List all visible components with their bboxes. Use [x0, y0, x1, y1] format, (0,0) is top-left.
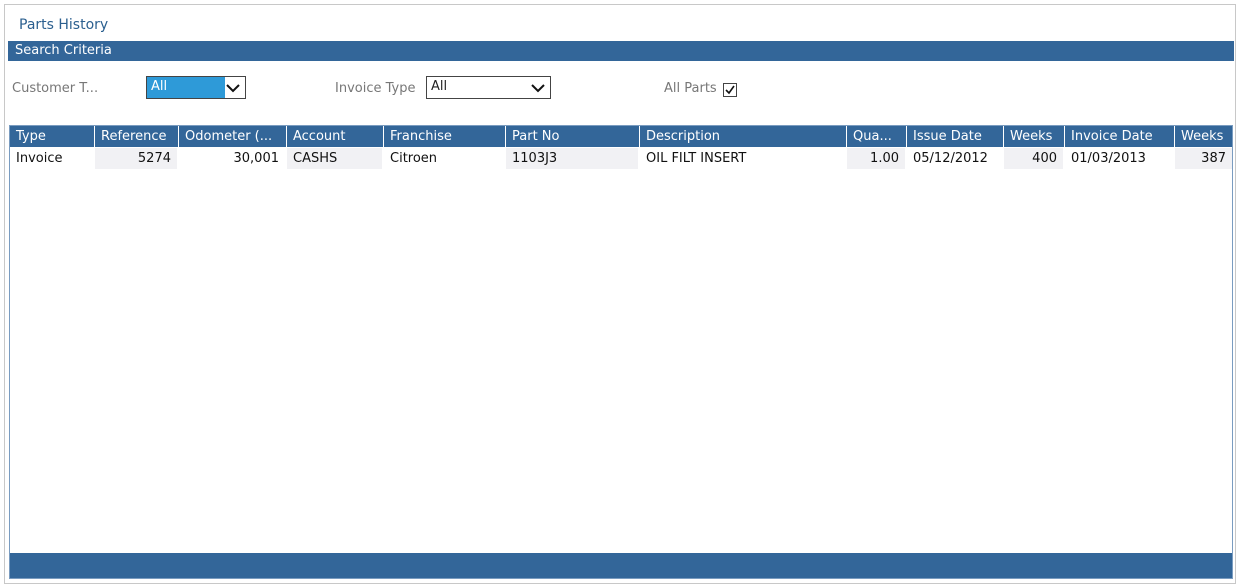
column-header-account[interactable]: Account: [287, 126, 384, 147]
chevron-down-icon: [226, 84, 240, 93]
cell-quantity: 1.00: [847, 148, 907, 169]
invoice-type-label: Invoice Type: [335, 81, 416, 96]
cell-weeks: 400: [1004, 148, 1065, 169]
column-header-weeks[interactable]: Weeks: [1004, 126, 1065, 147]
parts-history-grid: Type Reference Odometer (... Account Fra…: [9, 125, 1233, 579]
column-header-franchise[interactable]: Franchise: [384, 126, 506, 147]
cell-issue-date: 05/12/2012: [907, 148, 1004, 169]
column-header-reference[interactable]: Reference: [95, 126, 179, 147]
search-criteria-header: Search Criteria: [8, 41, 1234, 61]
cell-type: Invoice: [10, 148, 95, 169]
all-parts-checkbox[interactable]: [723, 83, 737, 97]
chevron-down-icon: [531, 84, 545, 93]
customer-type-value: All: [147, 77, 225, 98]
table-row[interactable]: Invoice 5274 30,001 CASHS Citroen 1103J3…: [10, 148, 1232, 169]
column-header-weeks-2[interactable]: Weeks: [1175, 126, 1232, 147]
column-header-description[interactable]: Description: [640, 126, 847, 147]
column-header-type[interactable]: Type: [10, 126, 95, 147]
invoice-type-select[interactable]: All: [426, 76, 551, 99]
all-parts-label: All Parts: [664, 81, 717, 96]
cell-part-no: 1103J3: [506, 148, 640, 169]
column-header-quantity[interactable]: Qua...: [847, 126, 907, 147]
column-header-odometer[interactable]: Odometer (...: [179, 126, 287, 147]
customer-type-select[interactable]: All: [146, 76, 246, 99]
customer-type-label: Customer T...: [12, 81, 99, 96]
cell-franchise: Citroen: [384, 148, 506, 169]
checkmark-icon: [725, 85, 735, 95]
cell-account: CASHS: [287, 148, 384, 169]
column-header-invoice-date[interactable]: Invoice Date: [1065, 126, 1175, 147]
cell-invoice-date: 01/03/2013: [1065, 148, 1175, 169]
column-header-issue-date[interactable]: Issue Date: [907, 126, 1004, 147]
grid-footer: [10, 553, 1232, 578]
cell-weeks-2: 387: [1175, 148, 1232, 169]
grid-header: Type Reference Odometer (... Account Fra…: [10, 126, 1232, 147]
parts-history-panel: Parts History Search Criteria Customer T…: [4, 4, 1236, 584]
page-title: Parts History: [19, 17, 109, 33]
invoice-type-value: All: [431, 79, 448, 94]
cell-description: OIL FILT INSERT: [640, 148, 847, 169]
cell-reference: 5274: [95, 148, 179, 169]
column-header-part-no[interactable]: Part No: [506, 126, 640, 147]
cell-odometer: 30,001: [179, 148, 287, 169]
